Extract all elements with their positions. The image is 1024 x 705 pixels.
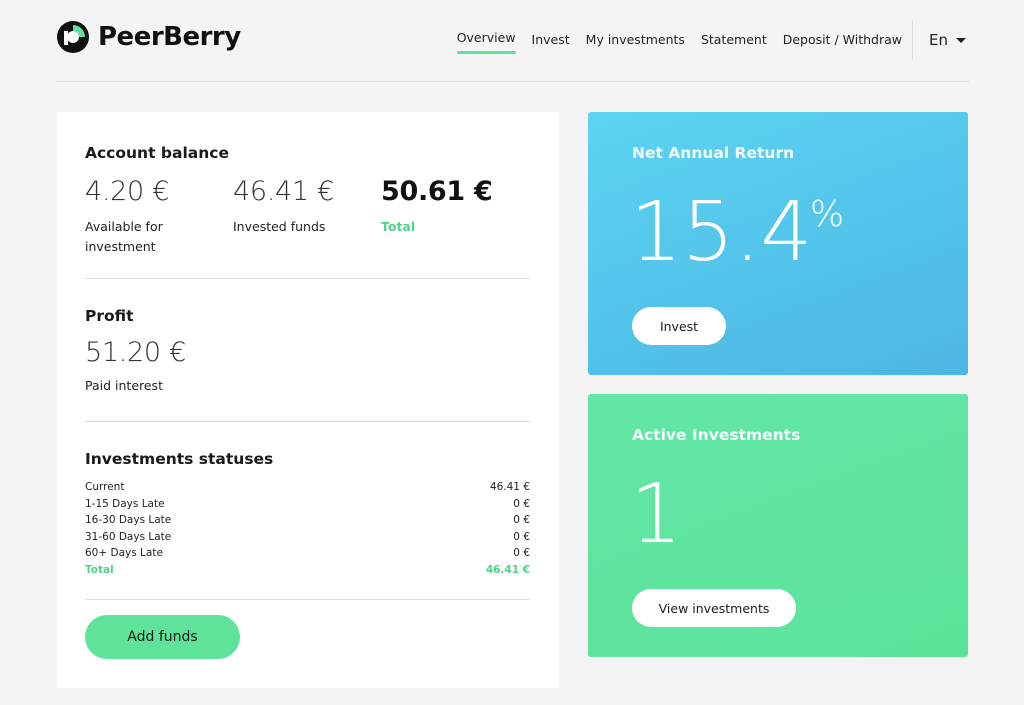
total-balance: 50.61 € Total [381,176,521,237]
status-total-label: Total [85,563,114,576]
available-balance: 4.20 € Available for investment [85,176,215,257]
status-row: 60+ Days Late 0 € [85,545,530,562]
divider [85,421,530,422]
status-row: 31-60 Days Late 0 € [85,529,530,546]
invest-button[interactable]: Invest [632,307,726,345]
status-total-value: 46.41 € [485,563,530,576]
invested-label: Invested funds [233,219,326,234]
brand-logo[interactable]: PeerBerry [56,20,241,54]
account-summary-card: Account balance 4.20 € Available for inv… [57,112,559,688]
caret-down-icon [955,37,966,43]
divider [85,278,530,279]
investment-statuses-section: Investments statuses Current 46.41 € 1-1… [85,450,530,578]
brand-name: PeerBerry [98,22,241,52]
active-investments-card: Active Investments 1 View investments [588,394,968,657]
nav-my-investments[interactable]: My investments [586,32,685,55]
net-annual-return-value: 15.4 [630,185,813,280]
view-investments-button[interactable]: View investments [632,589,796,627]
status-row: Current 46.41 € [85,479,530,496]
net-annual-return-card: Net Annual Return 15.4 % Invest [588,112,968,375]
status-total-row: Total 46.41 € [85,562,530,579]
status-value: 0 € [513,514,530,526]
invested-balance: 46.41 € Invested funds [233,176,363,237]
total-label: Total [381,219,416,234]
nav-statement[interactable]: Statement [701,32,767,55]
status-value: 0 € [513,547,530,559]
invested-amount: 46.41 € [233,176,334,207]
language-selector[interactable]: En [912,20,969,60]
statuses-title: Investments statuses [85,450,274,468]
percent-unit: % [810,194,845,235]
status-label: 31-60 Days Late [85,530,172,543]
available-label: Available for investment [85,219,163,254]
statuses-table: Current 46.41 € 1-15 Days Late 0 € 16-30… [85,479,530,578]
account-balance-title: Account balance [85,144,229,162]
main-nav: Overview Invest My investments Statement… [441,20,969,60]
active-investments-value: 1 [630,467,683,562]
net-annual-return-title: Net Annual Return [632,144,795,162]
status-label: 1-15 Days Late [85,497,165,510]
status-row: 16-30 Days Late 0 € [85,512,530,529]
status-row: 1-15 Days Late 0 € [85,496,530,513]
divider [85,599,530,600]
add-funds-button[interactable]: Add funds [85,615,240,659]
nav-invest[interactable]: Invest [532,32,570,55]
status-value: 0 € [513,497,530,510]
status-label: 16-30 Days Late [85,514,172,526]
profit-amount: 51.20 € [85,337,186,368]
nav-overview[interactable]: Overview [456,30,516,54]
profit-section: Profit 51.20 € Paid interest [85,307,530,396]
status-value: 0 € [513,530,530,543]
available-amount: 4.20 € [85,176,170,207]
nav-deposit-withdraw[interactable]: Deposit / Withdraw [783,32,902,55]
profit-label: Paid interest [85,378,163,393]
peerberry-logo-icon [57,21,89,53]
top-header: PeerBerry Overview Invest My investments… [56,0,969,82]
account-balance-section: Account balance [85,144,530,162]
status-label: Current [85,481,125,493]
active-investments-title: Active Investments [632,426,801,444]
status-label: 60+ Days Late [85,547,163,559]
language-label: En [929,31,948,49]
profit-title: Profit [85,307,134,325]
total-amount: 50.61 € [381,176,493,207]
status-value: 46.41 € [489,481,530,493]
